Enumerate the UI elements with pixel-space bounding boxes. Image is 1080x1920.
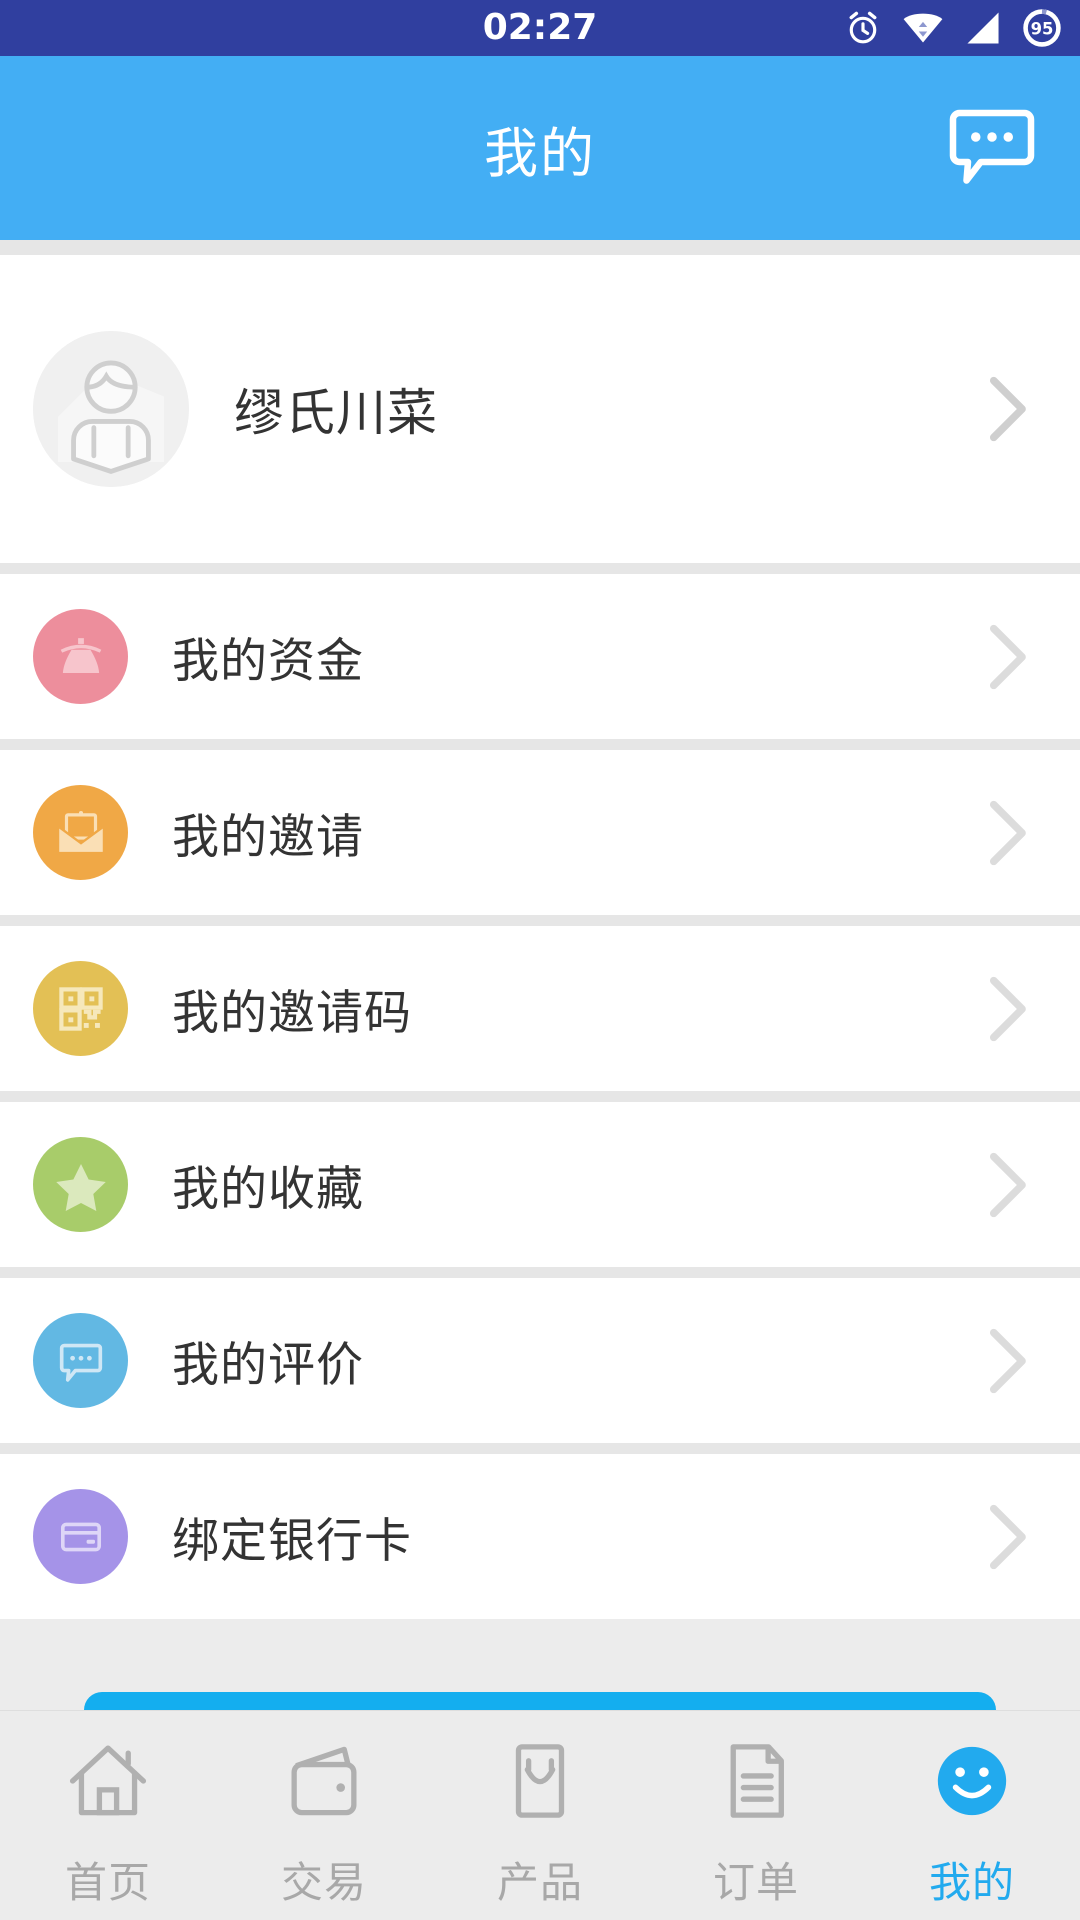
section-gap (0, 915, 1080, 926)
status-bar: 02:27 95 (0, 0, 1080, 56)
nav-item-products[interactable]: 产品 (432, 1733, 648, 1910)
nav-label: 产品 (496, 1858, 583, 1907)
section-gap (0, 1267, 1080, 1278)
document-icon (713, 1733, 799, 1829)
nav-label: 订单 (712, 1858, 799, 1907)
avatar (33, 331, 189, 487)
menu-row-my-invitations[interactable]: 我的邀请 (0, 750, 1080, 915)
nav-item-mine[interactable]: 我的 (864, 1733, 1080, 1910)
menu-row-label: 绑定银行卡 (172, 1514, 412, 1569)
page-header: 我的 (0, 56, 1080, 240)
menu-row-label: 我的收藏 (172, 1162, 364, 1217)
qr-code-icon (33, 961, 128, 1056)
menu-row-my-funds[interactable]: 我的资金 (0, 574, 1080, 739)
message-bubble-icon[interactable] (944, 100, 1040, 196)
menu-row-label: 我的邀请码 (172, 986, 412, 1041)
default-user-avatar-icon (33, 331, 189, 487)
bag-smile-icon (497, 1733, 583, 1829)
profile-row[interactable]: 缪氏川菜 (0, 255, 1080, 563)
menu-row-bind-bank-card[interactable]: 绑定银行卡 (0, 1454, 1080, 1619)
home-icon (65, 1733, 151, 1829)
chevron-right-icon (986, 1326, 1032, 1396)
alarm-clock-icon (844, 9, 882, 47)
nav-item-orders[interactable]: 订单 (648, 1733, 864, 1910)
page-title: 我的 (484, 121, 596, 185)
nav-label: 首页 (64, 1858, 151, 1907)
chevron-right-icon (986, 974, 1032, 1044)
section-gap (0, 1091, 1080, 1102)
app-root: 02:27 95 我的 缪氏川菜 我的资金 我的邀请 我的邀请码 我的收藏 我的… (0, 0, 1080, 1920)
profile-name: 缪氏川菜 (234, 384, 438, 442)
menu-row-my-invite-code[interactable]: 我的邀请码 (0, 926, 1080, 1091)
nav-label: 我的 (928, 1858, 1015, 1907)
menu-row-my-reviews[interactable]: 我的评价 (0, 1278, 1080, 1443)
section-gap (0, 240, 1080, 255)
bottom-navigation-bar: 首页 交易 产品 订单 我的 (0, 1710, 1080, 1920)
battery-level-text: 95 (1031, 20, 1054, 39)
chevron-right-icon (986, 1502, 1032, 1572)
menu-row-label: 我的邀请 (172, 810, 364, 865)
status-bar-icons: 95 (844, 0, 1062, 56)
wifi-icon (902, 9, 944, 47)
chevron-right-icon (986, 1150, 1032, 1220)
section-gap (0, 1443, 1080, 1454)
signal-icon (964, 10, 1002, 46)
menu-row-label: 我的资金 (172, 634, 364, 689)
wallet-icon (281, 1733, 367, 1829)
smiley-face-icon (929, 1733, 1015, 1829)
menu-row-my-favorites[interactable]: 我的收藏 (0, 1102, 1080, 1267)
status-bar-clock: 02:27 (482, 7, 598, 48)
nav-item-home[interactable]: 首页 (0, 1733, 216, 1910)
credit-card-icon (33, 1489, 128, 1584)
section-gap (0, 739, 1080, 750)
section-gap (0, 563, 1080, 574)
nav-label: 交易 (280, 1858, 367, 1907)
chevron-right-icon (986, 798, 1032, 868)
menu-row-label: 我的评价 (172, 1338, 364, 1393)
chevron-right-icon (986, 374, 1032, 444)
wallet-purse-icon (33, 609, 128, 704)
battery-icon: 95 (1022, 8, 1062, 48)
star-icon (33, 1137, 128, 1232)
nav-item-transactions[interactable]: 交易 (216, 1733, 432, 1910)
chat-bubble-icon (33, 1313, 128, 1408)
chevron-right-icon (986, 622, 1032, 692)
envelope-icon (33, 785, 128, 880)
